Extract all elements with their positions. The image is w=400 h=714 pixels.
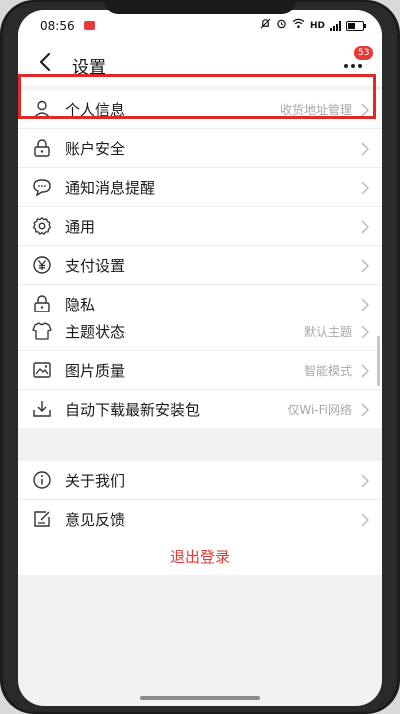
settings-item-image-quality[interactable]: 图片质量 智能模式 — [18, 351, 382, 390]
status-icons: HD — [260, 18, 366, 33]
info-icon — [32, 470, 52, 490]
about-group: 关于我们 意见反馈 — [18, 461, 382, 538]
settings-item-label: 通用 — [65, 218, 96, 236]
download-icon — [32, 399, 52, 419]
chevron-right-icon — [360, 141, 370, 156]
settings-item-personal-info[interactable]: 个人信息 收货地址管理 — [18, 90, 382, 129]
lock-icon — [32, 294, 52, 314]
settings-item-general[interactable]: 通用 — [18, 207, 382, 246]
account-settings-group: 个人信息 收货地址管理 账户安全 通知消息提醒 通用 支付设置 隐私 — [18, 90, 382, 323]
home-indicator[interactable] — [140, 696, 260, 700]
logout-label: 退出登录 — [169, 548, 230, 566]
status-time: 08:56 — [40, 19, 75, 33]
settings-item-notifications[interactable]: 通知消息提醒 — [18, 168, 382, 207]
lock-icon — [32, 138, 52, 158]
camera-notch — [104, 0, 296, 14]
chevron-right-icon — [360, 219, 370, 234]
settings-item-label: 意见反馈 — [65, 511, 126, 529]
settings-item-label: 主题状态 — [65, 323, 126, 341]
settings-item-label: 支付设置 — [65, 257, 126, 275]
app-notification-icon — [84, 21, 95, 30]
settings-item-label: 关于我们 — [65, 472, 126, 490]
display-settings-group: 主题状态 默认主题 图片质量 智能模式 自动下载最新安装包 仅Wi-Fi网络 — [18, 312, 382, 428]
scrollbar[interactable] — [377, 336, 380, 386]
chevron-right-icon — [360, 297, 370, 312]
settings-item-hint: 仅Wi-Fi网络 — [287, 403, 352, 417]
settings-item-auto-download[interactable]: 自动下载最新安装包 仅Wi-Fi网络 — [18, 390, 382, 428]
person-icon — [32, 99, 52, 119]
chevron-right-icon — [360, 258, 370, 273]
settings-item-payment[interactable]: 支付设置 — [18, 246, 382, 285]
settings-item-hint: 智能模式 — [303, 364, 352, 378]
chevron-right-icon — [360, 102, 370, 117]
chevron-right-icon — [360, 363, 370, 378]
top-nav-bar: 设置 — [18, 40, 382, 86]
chat-icon — [32, 177, 52, 197]
battery-icon — [346, 20, 366, 31]
alarm-icon — [276, 18, 287, 33]
status-bar: 08:56 HD — [18, 10, 382, 40]
feedback-icon — [32, 509, 52, 529]
gear-icon — [32, 216, 52, 236]
mute-bell-icon — [260, 18, 271, 33]
chevron-right-icon — [360, 473, 370, 488]
chevron-right-icon — [360, 402, 370, 417]
settings-item-hint: 收货地址管理 — [279, 103, 352, 117]
back-arrow-icon[interactable] — [34, 50, 58, 74]
settings-item-hint: 默认主题 — [303, 325, 352, 339]
logout-button[interactable]: 退出登录 — [18, 537, 382, 575]
settings-item-account-security[interactable]: 账户安全 — [18, 129, 382, 168]
settings-item-label: 自动下载最新安装包 — [65, 401, 201, 419]
settings-item-label: 账户安全 — [65, 140, 126, 158]
image-icon — [32, 360, 52, 380]
settings-item-label: 图片质量 — [65, 362, 126, 380]
settings-item-label: 通知消息提醒 — [65, 179, 156, 197]
chevron-right-icon — [360, 512, 370, 527]
settings-item-about[interactable]: 关于我们 — [18, 461, 382, 500]
settings-item-label: 个人信息 — [65, 101, 126, 119]
chevron-right-icon — [360, 324, 370, 339]
message-count-badge: 53 — [354, 46, 374, 60]
network-type-label: HD — [309, 20, 325, 31]
wifi-icon — [292, 18, 305, 33]
settings-item-theme[interactable]: 主题状态 默认主题 — [18, 312, 382, 351]
page-title: 设置 — [72, 58, 106, 78]
signal-icon — [330, 20, 341, 31]
settings-item-feedback[interactable]: 意见反馈 — [18, 500, 382, 538]
yen-icon — [32, 255, 52, 275]
chevron-right-icon — [360, 180, 370, 195]
shirt-icon — [32, 321, 52, 341]
phone-screen: 08:56 HD 设置 53 个人信息 收货地址管理 账户安全 通知消息提醒 通… — [18, 10, 382, 706]
